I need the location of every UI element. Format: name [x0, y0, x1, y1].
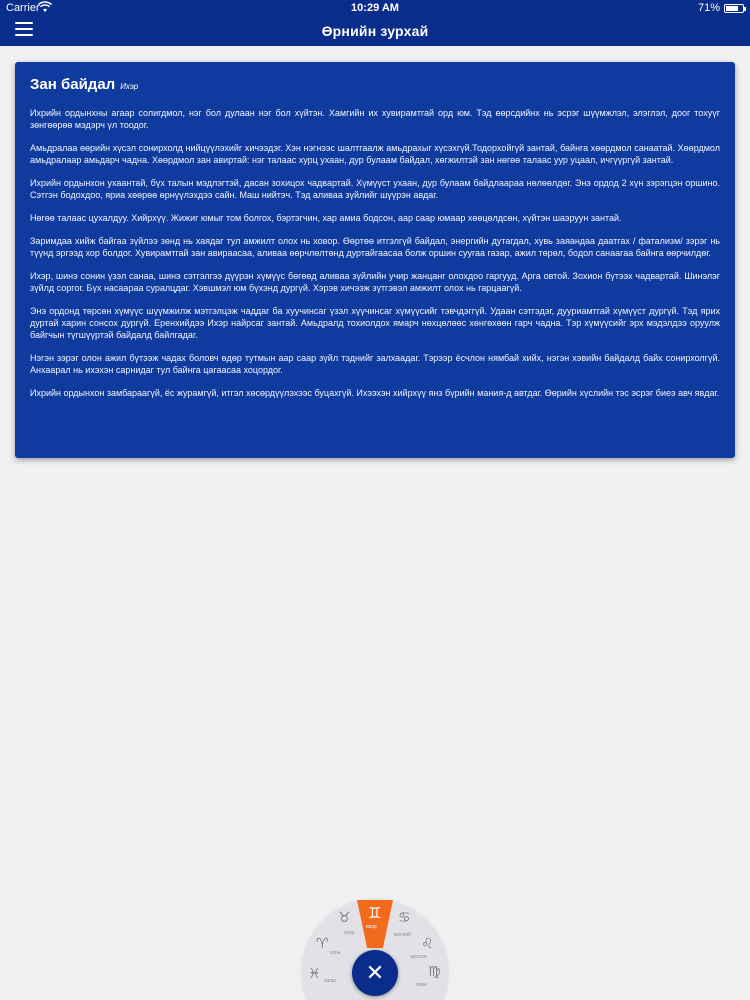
battery-percentage: 71% — [697, 2, 720, 14]
card-title: Зан байдал — [30, 76, 116, 93]
close-icon: ✕ — [365, 960, 385, 985]
wheel-label-cancer: мэлхий — [394, 932, 411, 938]
virgo-icon[interactable]: ♍ — [428, 964, 441, 980]
wheel-label-gemini: ихэр — [366, 924, 377, 930]
nav-bar: Өрнийн зурхай — [0, 16, 750, 46]
card-header: Зан байдал Ихэр — [30, 76, 720, 93]
battery-icon — [724, 4, 746, 13]
card-sign-label: Ихэр — [120, 82, 139, 91]
personality-card: Зан байдал Ихэр Ихрийн ордынхны агаар со… — [15, 62, 735, 458]
paragraph: Ихрийн ордынхон замбараагүй, ёс журамгүй… — [30, 388, 720, 398]
paragraph: Амьдралаа өөрийн хүсэл сонирхолд нийцүүл… — [30, 143, 720, 165]
paragraph: Ихрийн ордынхны агаар солигдмол, нэг бол… — [30, 108, 720, 130]
page-title: Өрнийн зурхай — [321, 23, 429, 39]
paragraph: Энэ ордонд төрсөн хүмүүс шүүмжилж мэтгэл… — [30, 306, 720, 340]
leo-icon[interactable]: ♌ — [421, 936, 434, 952]
gemini-icon[interactable]: ♊ — [368, 904, 381, 922]
wheel-label-aries: хонь — [330, 950, 341, 956]
clock: 10:29 AM — [351, 2, 399, 14]
wheel-label-virgo: охин — [416, 982, 427, 988]
taurus-icon[interactable]: ♉ — [338, 910, 351, 926]
aries-icon[interactable]: ♈ — [316, 936, 329, 952]
pisces-icon[interactable]: ♓ — [308, 966, 321, 982]
wheel-label-pisces: загас — [324, 978, 337, 984]
cancer-icon[interactable]: ♋ — [398, 910, 411, 926]
paragraph: Ихрийн ордынхон ухаантай, бүх талын мэдл… — [30, 178, 720, 200]
paragraph: Нөгөө талаас цухалдуу. Хийрхүү. Жижиг юм… — [30, 213, 622, 223]
wheel-label-taurus: үхэр — [344, 930, 355, 936]
close-wheel-button[interactable]: ✕ — [352, 950, 398, 996]
wheel-label-leo: арслан — [410, 954, 427, 960]
paragraph: Заримдаа хийж байгаа зүйлээ зөнд нь хаяд… — [30, 236, 720, 258]
paragraph: Ихэр, шинэ сонин үзэл санаа, шинэ сэтгэл… — [30, 271, 720, 293]
paragraph: Нэгэн зэрэг олон ажил бүтээж чадах болов… — [30, 353, 720, 375]
status-bar: Carrier 10:29 AM 71% — [0, 0, 750, 16]
